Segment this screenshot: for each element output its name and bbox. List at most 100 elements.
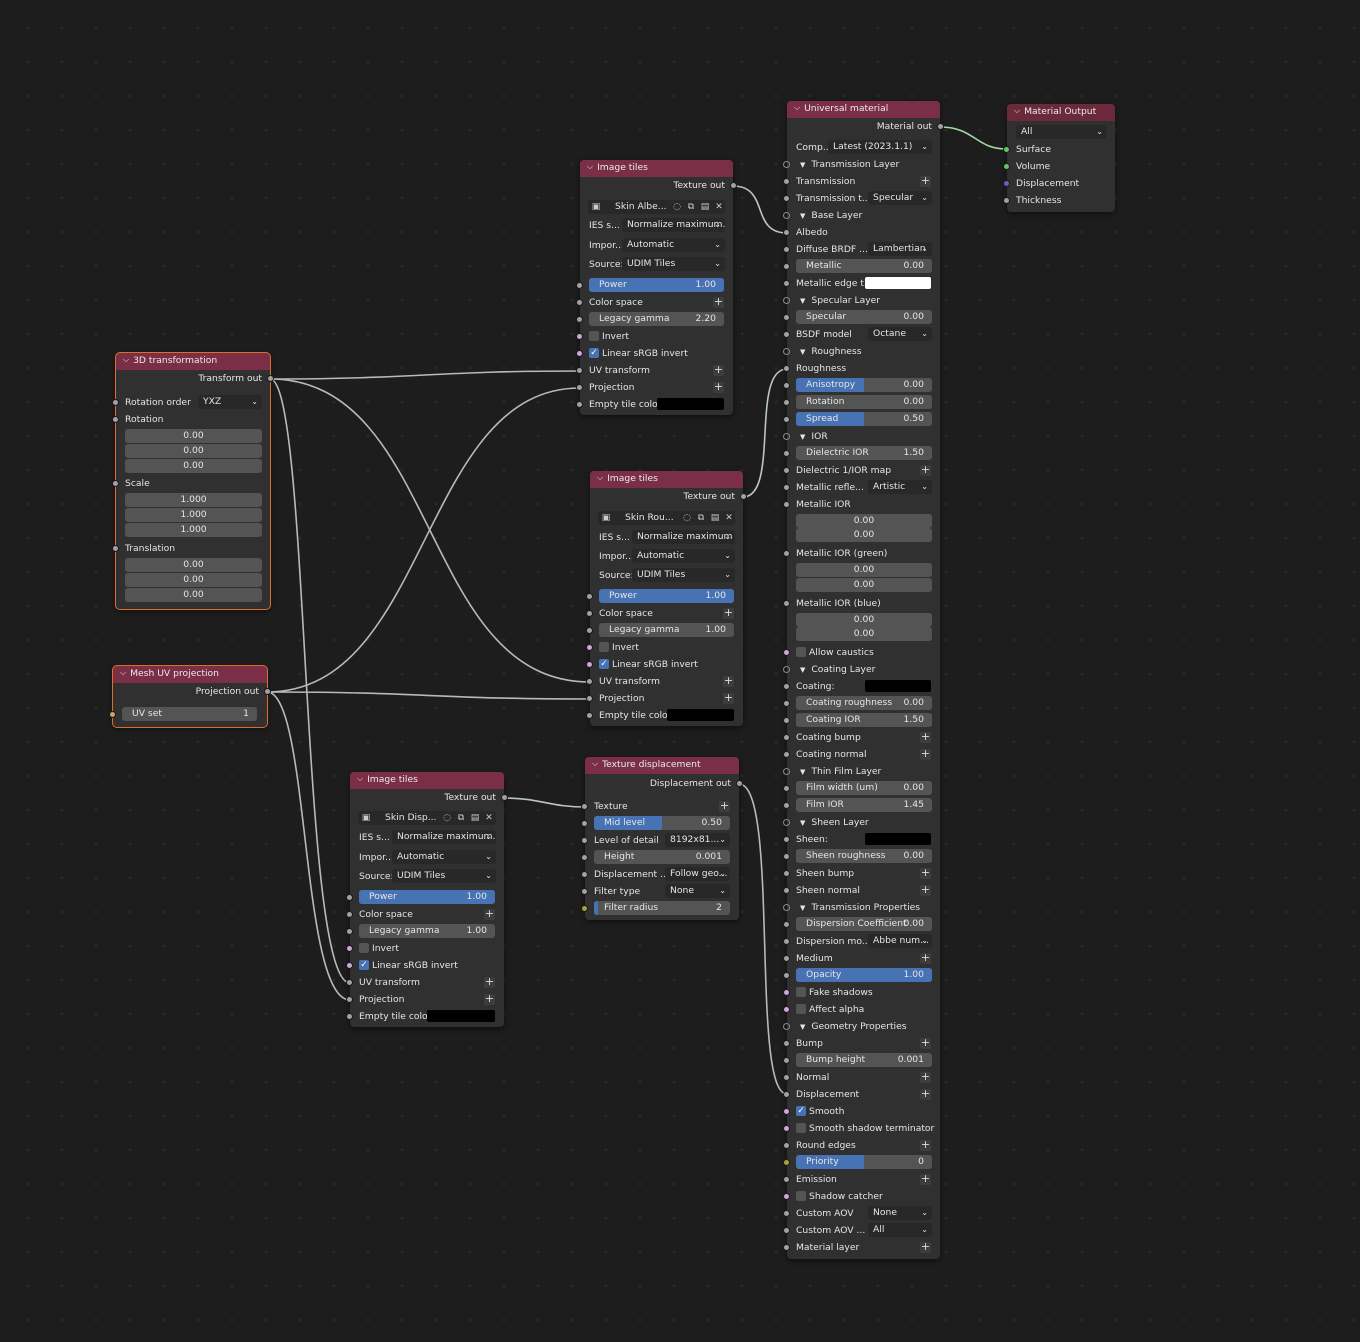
linear-srgb-checkbox[interactable]: ✓ xyxy=(599,659,609,669)
image-selector[interactable]: ▣ Skin Rou... ◌ ⧉ ▤ ✕ xyxy=(598,511,735,525)
normal-socket[interactable] xyxy=(783,1074,790,1081)
folder-icon[interactable]: ▤ xyxy=(700,202,710,212)
linear-srgb-checkbox[interactable]: ✓ xyxy=(359,960,369,970)
uv-set-socket[interactable] xyxy=(109,711,116,718)
sheen-bump-socket[interactable] xyxy=(783,870,790,877)
texture-out-socket[interactable] xyxy=(730,182,737,189)
import-dropdown[interactable]: Automatic ⌄ xyxy=(632,549,735,563)
node-image-tiles-displacement[interactable]: ⌵ Image tiles Texture out ▣ Skin Disp... … xyxy=(346,772,508,1027)
scale-y-field[interactable]: 1.000 xyxy=(125,508,262,522)
power-socket[interactable] xyxy=(586,593,593,600)
opacity-socket[interactable] xyxy=(783,972,790,979)
import-dropdown[interactable]: Automatic ⌄ xyxy=(622,238,725,252)
power-field[interactable]: Power 1.00 xyxy=(589,278,724,292)
metallic-ior-green-field-a[interactable]: 0.00 xyxy=(796,563,932,577)
collapse-chevron-icon[interactable]: ⌵ xyxy=(794,101,800,116)
smooth-socket[interactable] xyxy=(783,1108,790,1115)
filter-radius-field[interactable]: Filter radius 2 xyxy=(594,901,730,915)
material-layer-socket[interactable] xyxy=(783,1244,790,1251)
projection-socket[interactable] xyxy=(586,695,593,702)
source-dropdown[interactable]: UDIM Tiles ⌄ xyxy=(392,869,496,883)
dispersion-coefficient-socket[interactable] xyxy=(783,921,790,928)
linear-socket[interactable] xyxy=(346,962,353,969)
color-space-socket[interactable] xyxy=(576,299,583,306)
projection-out-socket[interactable] xyxy=(264,688,271,695)
shield-icon[interactable]: ◌ xyxy=(442,813,452,823)
metallic-ior-socket[interactable] xyxy=(783,501,790,508)
dielectric-ior-socket[interactable] xyxy=(783,450,790,457)
texture-out-socket[interactable] xyxy=(740,493,747,500)
legacy-gamma-field[interactable]: Legacy gamma 1.00 xyxy=(359,924,495,938)
expand-plus-icon[interactable]: + xyxy=(920,1139,931,1151)
expand-plus-icon[interactable]: + xyxy=(920,1088,931,1100)
sheen-roughness-socket[interactable] xyxy=(783,853,790,860)
power-field[interactable]: Power 1.00 xyxy=(599,589,734,603)
custom-aov-socket[interactable] xyxy=(783,1210,790,1217)
node-image-tiles-albedo[interactable]: ⌵ Image tiles Texture out ▣ Skin Albe... … xyxy=(576,160,737,415)
expand-plus-icon[interactable]: + xyxy=(920,952,931,964)
expand-plus-icon[interactable]: + xyxy=(713,381,724,393)
coating-bump-socket[interactable] xyxy=(783,734,790,741)
bump-height-field[interactable]: Bump height 0.001 xyxy=(796,1053,932,1067)
node-3d-transformation[interactable]: ⌵ 3D transformation Transform out Rotatio… xyxy=(112,352,274,610)
film-ior-socket[interactable] xyxy=(783,802,790,809)
texture-socket[interactable] xyxy=(581,803,588,810)
height-field[interactable]: Height 0.001 xyxy=(594,850,730,864)
metallic-socket[interactable] xyxy=(783,263,790,270)
power-socket[interactable] xyxy=(576,282,583,289)
sheen-color-swatch[interactable] xyxy=(865,833,931,845)
invert-checkbox[interactable] xyxy=(599,642,609,652)
texture-out-socket[interactable] xyxy=(501,794,508,801)
smooth-checkbox[interactable]: ✓ xyxy=(796,1106,806,1116)
sheen-normal-socket[interactable] xyxy=(783,887,790,894)
expand-plus-icon[interactable]: + xyxy=(723,675,734,687)
dielectric-ior-field[interactable]: Dielectric IOR 1.50 xyxy=(796,446,932,460)
metallic-ior-blue-field-b[interactable]: 0.00 xyxy=(796,627,932,641)
metallic-ior-blue-field-a[interactable]: 0.00 xyxy=(796,613,932,627)
node-header[interactable]: ⌵ Universal material xyxy=(787,101,940,118)
transmission-layer-section[interactable]: ▼ Transmission Layer xyxy=(800,156,899,174)
collapse-chevron-icon[interactable]: ⌵ xyxy=(587,160,593,175)
transmission-type-dropdown[interactable]: Specular ⌄ xyxy=(868,191,932,205)
expand-plus-icon[interactable]: + xyxy=(484,976,495,988)
close-icon[interactable]: ✕ xyxy=(724,513,734,523)
metallic-ior-field-b[interactable]: 0.00 xyxy=(796,528,932,542)
metallic-ior-green-socket[interactable] xyxy=(783,550,790,557)
uv-transform-socket[interactable] xyxy=(586,678,593,685)
rotation-z-field[interactable]: 0.00 xyxy=(125,459,262,473)
roughness-section[interactable]: ▼ Roughness xyxy=(800,343,862,361)
diffuse-brdf-dropdown[interactable]: Lambertian ⌄ xyxy=(868,242,932,256)
dispersion-coefficient-field[interactable]: Dispersion Coefficient 0.00 xyxy=(796,917,932,931)
image-icon[interactable]: ▣ xyxy=(591,202,601,212)
dispersion-mode-dropdown[interactable]: Abbe num... ⌄ xyxy=(868,934,932,948)
empty-tile-socket[interactable] xyxy=(576,401,583,408)
displacement-out-socket[interactable] xyxy=(736,780,743,787)
rotation-y-field[interactable]: 0.00 xyxy=(125,444,262,458)
empty-tile-color-swatch[interactable] xyxy=(657,398,724,410)
expand-plus-icon[interactable]: + xyxy=(920,867,931,879)
color-space-socket[interactable] xyxy=(586,610,593,617)
smooth-shadow-checkbox[interactable] xyxy=(796,1123,806,1133)
uv-transform-socket[interactable] xyxy=(576,367,583,374)
invert-checkbox[interactable] xyxy=(589,331,599,341)
shield-icon[interactable]: ◌ xyxy=(672,202,682,212)
collapse-chevron-icon[interactable]: ⌵ xyxy=(120,666,126,681)
output-target-dropdown[interactable]: All ⌄ xyxy=(1016,125,1107,139)
expand-plus-icon[interactable]: + xyxy=(723,692,734,704)
smooth-shadow-socket[interactable] xyxy=(783,1125,790,1132)
geometry-properties-section[interactable]: ▼ Geometry Properties xyxy=(800,1018,907,1036)
metallic-ior-green-field-b[interactable]: 0.00 xyxy=(796,578,932,592)
film-width-field[interactable]: Film width (um) 0.00 xyxy=(796,781,932,795)
node-header[interactable]: ⌵ Material Output xyxy=(1007,104,1115,121)
bump-height-socket[interactable] xyxy=(783,1057,790,1064)
expand-plus-icon[interactable]: + xyxy=(719,800,730,812)
filter-type-dropdown[interactable]: None ⌄ xyxy=(665,884,730,898)
expand-plus-icon[interactable]: + xyxy=(920,1241,931,1253)
diffuse-brdf-socket[interactable] xyxy=(783,246,790,253)
node-header[interactable]: ⌵ Image tiles xyxy=(590,471,743,488)
translation-x-field[interactable]: 0.00 xyxy=(125,558,262,572)
specular-layer-section[interactable]: ▼ Specular Layer xyxy=(800,292,880,310)
ies-dropdown[interactable]: Normalize maximum... ⌄ xyxy=(622,218,725,232)
duplicate-icon[interactable]: ⧉ xyxy=(686,202,696,212)
expand-plus-icon[interactable]: + xyxy=(920,1071,931,1083)
